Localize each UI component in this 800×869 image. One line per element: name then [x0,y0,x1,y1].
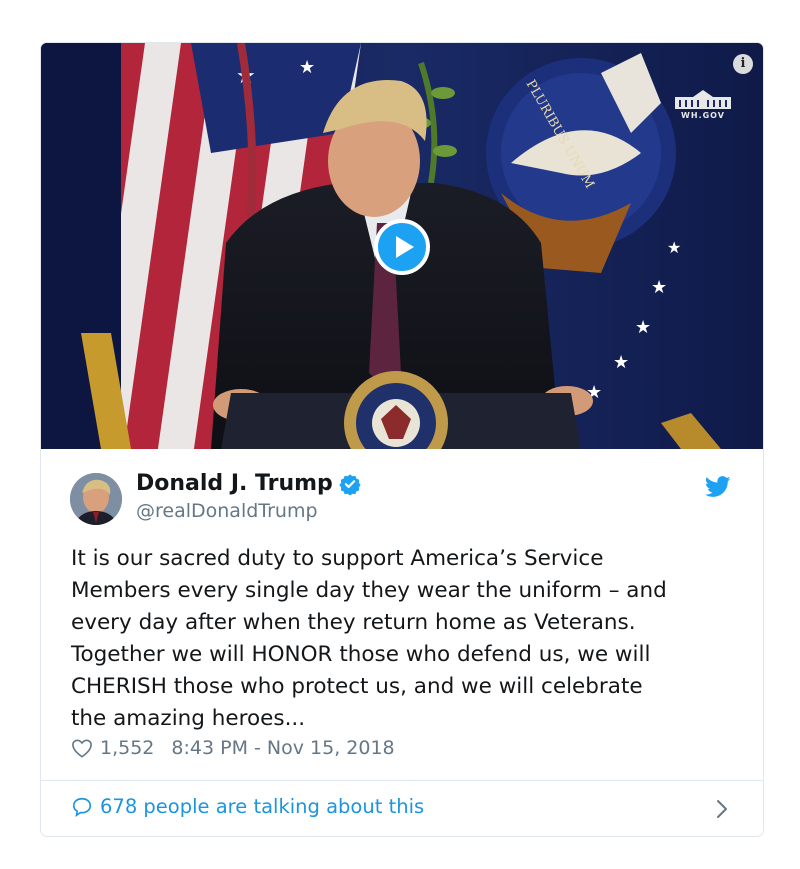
svg-text:★: ★ [667,238,681,257]
author-handle[interactable]: @realDonaldTrump [136,500,318,522]
tweet-card[interactable]: ★ ★ PLURIBUS UNUM ★ ★ ★ ★ ★ i WH.GOV Don… [40,42,764,837]
play-button[interactable] [374,219,430,275]
wh-gov-text: WH.GOV [681,111,725,120]
video-player[interactable]: ★ ★ PLURIBUS UNUM ★ ★ ★ ★ ★ i WH.GOV [41,43,763,449]
heart-icon[interactable] [71,738,93,758]
info-icon[interactable]: i [733,54,753,74]
author-row: Donald J. Trump [136,471,361,496]
wh-gov-logo: WH.GOV [673,89,733,120]
svg-text:★: ★ [613,352,629,373]
svg-text:★: ★ [299,57,315,78]
author-name[interactable]: Donald J. Trump [136,471,333,496]
talking-count-text: 678 people are talking about this [100,795,425,818]
verified-badge-icon [339,473,361,495]
tweet-meta: 1,552 8:43 PM - Nov 15, 2018 [71,737,395,759]
timestamp-link[interactable]: 8:43 PM - Nov 15, 2018 [171,737,394,759]
divider [41,780,763,781]
play-icon [396,236,414,258]
twitter-bird-icon[interactable] [705,476,731,498]
svg-text:★: ★ [635,317,651,338]
speech-bubble-icon [72,797,92,817]
conversation-link[interactable]: 678 people are talking about this [71,795,424,818]
avatar-image [70,473,122,525]
chevron-right-icon[interactable] [715,798,729,820]
like-count: 1,552 [100,737,155,759]
tweet-text: It is our sacred duty to support America… [71,546,667,731]
avatar[interactable] [70,473,122,525]
white-house-icon [675,90,731,109]
svg-text:★: ★ [651,277,667,298]
